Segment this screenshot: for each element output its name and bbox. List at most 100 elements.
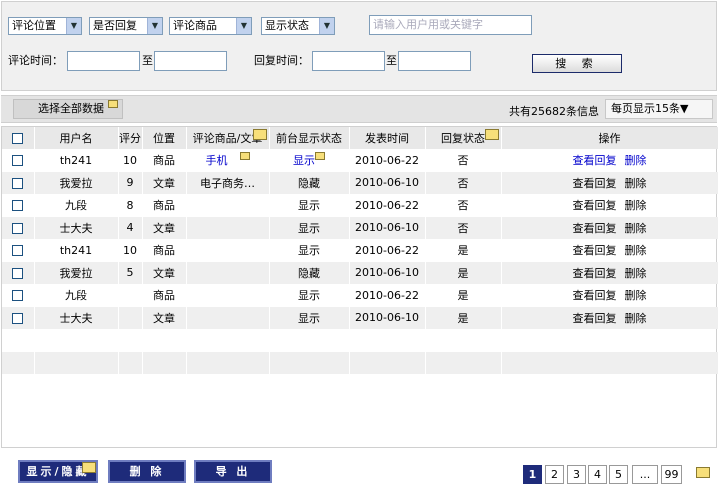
view-reply-link[interactable]: 查看回复 (573, 244, 617, 257)
delete-link[interactable]: 删除 (625, 267, 647, 280)
delete-link[interactable]: 删除 (625, 177, 647, 190)
empty-cell (186, 351, 270, 374)
empty-cell (118, 329, 143, 352)
empty-cell (501, 351, 719, 374)
table-toolbar: 选择全部数据 共有25682条信息 每页显示15条▼ (1, 95, 717, 123)
view-reply-link[interactable]: 查看回复 (573, 222, 617, 235)
view-reply-link[interactable]: 查看回复 (573, 312, 617, 325)
reply-time-label: 回复时间： (254, 54, 309, 67)
row-checkbox[interactable] (12, 200, 24, 212)
score-cell: 5 (118, 261, 143, 284)
page-5-button[interactable]: 5 (609, 465, 628, 484)
target-cell[interactable]: 手机 (186, 149, 270, 172)
delete-button[interactable]: 删 除 (108, 460, 186, 483)
reply-cell: 是 (425, 284, 502, 307)
time-cell: 2010-06-10 (349, 171, 426, 194)
row-checkbox[interactable] (12, 177, 24, 189)
reply-time-end-input[interactable] (398, 51, 471, 71)
reply-time-start-input[interactable] (312, 51, 385, 71)
target-select[interactable]: 评论商品 ▼ (169, 17, 252, 35)
row-checkbox-cell (2, 284, 35, 307)
comment-time-start-input[interactable] (67, 51, 140, 71)
status-select[interactable]: 显示状态 ▼ (261, 17, 335, 35)
row-checkbox-cell (2, 261, 35, 284)
row-checkbox[interactable] (12, 267, 24, 279)
actions-cell: 查看回复 删除 (501, 239, 719, 262)
header-status: 前台显示状态 (269, 127, 350, 149)
view-reply-link[interactable]: 查看回复 (573, 289, 617, 302)
row-checkbox[interactable] (12, 155, 24, 167)
empty-cell (269, 351, 350, 374)
actions-cell: 查看回复 删除 (501, 171, 719, 194)
chevron-down-icon: ▼ (236, 18, 251, 34)
page-last-button[interactable]: 99 (661, 465, 682, 484)
view-reply-link[interactable]: 查看回复 (573, 267, 617, 280)
toggle-visibility-button[interactable]: 显示/隐藏 (18, 460, 98, 483)
actions-cell: 查看回复 删除 (501, 216, 719, 239)
note-icon (82, 462, 96, 473)
delete-link[interactable]: 删除 (625, 222, 647, 235)
status-link[interactable]: 显示 (293, 154, 315, 167)
delete-link[interactable]: 删除 (625, 199, 647, 212)
score-cell (118, 306, 143, 329)
note-icon (107, 100, 118, 108)
position-cell: 商品 (142, 284, 187, 307)
empty-cell (425, 329, 502, 352)
position-cell: 商品 (142, 149, 187, 172)
status-text: 显示 (298, 244, 320, 258)
status-cell: 显示 (269, 216, 350, 239)
comment-time-label: 评论时间： (8, 54, 63, 67)
delete-link[interactable]: 删除 (625, 289, 647, 302)
export-button[interactable]: 导 出 (194, 460, 272, 483)
row-checkbox-cell (2, 171, 35, 194)
row-checkbox[interactable] (12, 222, 24, 234)
search-input[interactable]: 请输入用户用或关键字 (369, 15, 532, 35)
row-checkbox[interactable] (12, 245, 24, 257)
select-all-checkbox[interactable] (12, 133, 24, 144)
empty-cell (118, 351, 143, 374)
comment-time-end-input[interactable] (154, 51, 227, 71)
delete-link[interactable]: 删除 (625, 312, 647, 325)
header-target[interactable]: 评论商品/文章 (186, 127, 270, 149)
page-1-button[interactable]: 1 (523, 465, 542, 484)
reply-cell: 否 (425, 149, 502, 172)
table-row: 我爱拉 5 文章 隐藏 2010-06-10 是查看回复 删除 (2, 261, 719, 284)
comment-position-select[interactable]: 评论位置 ▼ (8, 17, 82, 35)
table-row: 士大夫 4 文章 显示 2010-06-10 否查看回复 删除 (2, 216, 719, 239)
target-cell (186, 216, 270, 239)
status-text: 显示 (298, 289, 320, 303)
page-4-button[interactable]: 4 (588, 465, 607, 484)
empty-cell (2, 329, 35, 352)
position-cell: 商品 (142, 239, 187, 262)
view-reply-link[interactable]: 查看回复 (573, 177, 617, 190)
chevron-down-icon: ▼ (66, 18, 81, 34)
user-cell: 九段 (34, 194, 119, 217)
delete-link[interactable]: 删除 (625, 244, 647, 257)
reply-select[interactable]: 是否回复 ▼ (89, 17, 163, 35)
row-checkbox[interactable] (12, 312, 24, 324)
target-cell (186, 261, 270, 284)
reply-cell: 是 (425, 261, 502, 284)
header-reply[interactable]: 回复状态 (425, 127, 502, 149)
view-reply-link[interactable]: 查看回复 (573, 154, 617, 167)
row-checkbox[interactable] (12, 290, 24, 302)
page-2-button[interactable]: 2 (545, 465, 564, 484)
table-row: 士大夫 文章 显示 2010-06-10 是查看回复 删除 (2, 306, 719, 329)
page-3-button[interactable]: 3 (567, 465, 586, 484)
total-count: 共有25682条信息 (509, 105, 599, 118)
table-row: th241 10 商品 显示 2010-06-22 是查看回复 删除 (2, 239, 719, 262)
status-cell: 隐藏 (269, 171, 350, 194)
row-checkbox-cell (2, 149, 35, 172)
score-cell: 10 (118, 239, 143, 262)
score-cell: 8 (118, 194, 143, 217)
select-all-button[interactable]: 选择全部数据 (13, 99, 123, 119)
search-button[interactable]: 搜 索 (532, 54, 622, 73)
position-cell: 文章 (142, 216, 187, 239)
status-cell[interactable]: 显示 (269, 149, 350, 172)
delete-link[interactable]: 删除 (625, 154, 647, 167)
status-text: 隐藏 (298, 266, 320, 280)
target-link[interactable]: 手机 (206, 154, 228, 167)
per-page-select[interactable]: 每页显示15条▼ (605, 99, 713, 119)
reply-cell: 是 (425, 306, 502, 329)
view-reply-link[interactable]: 查看回复 (573, 199, 617, 212)
